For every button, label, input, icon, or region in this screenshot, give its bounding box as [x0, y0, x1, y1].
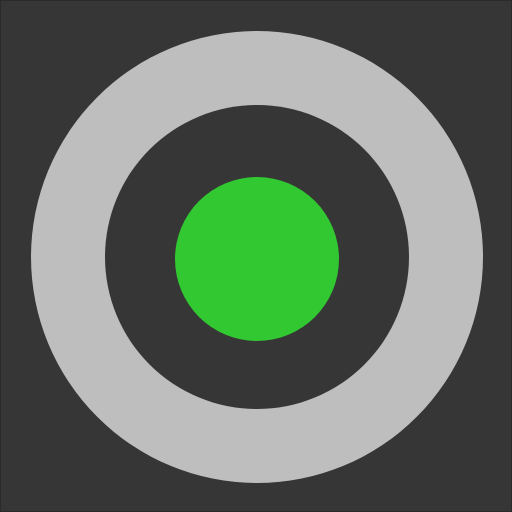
- icon-canvas: [0, 0, 512, 512]
- status-dot: [175, 177, 339, 341]
- status-indicator-icon: [31, 31, 483, 483]
